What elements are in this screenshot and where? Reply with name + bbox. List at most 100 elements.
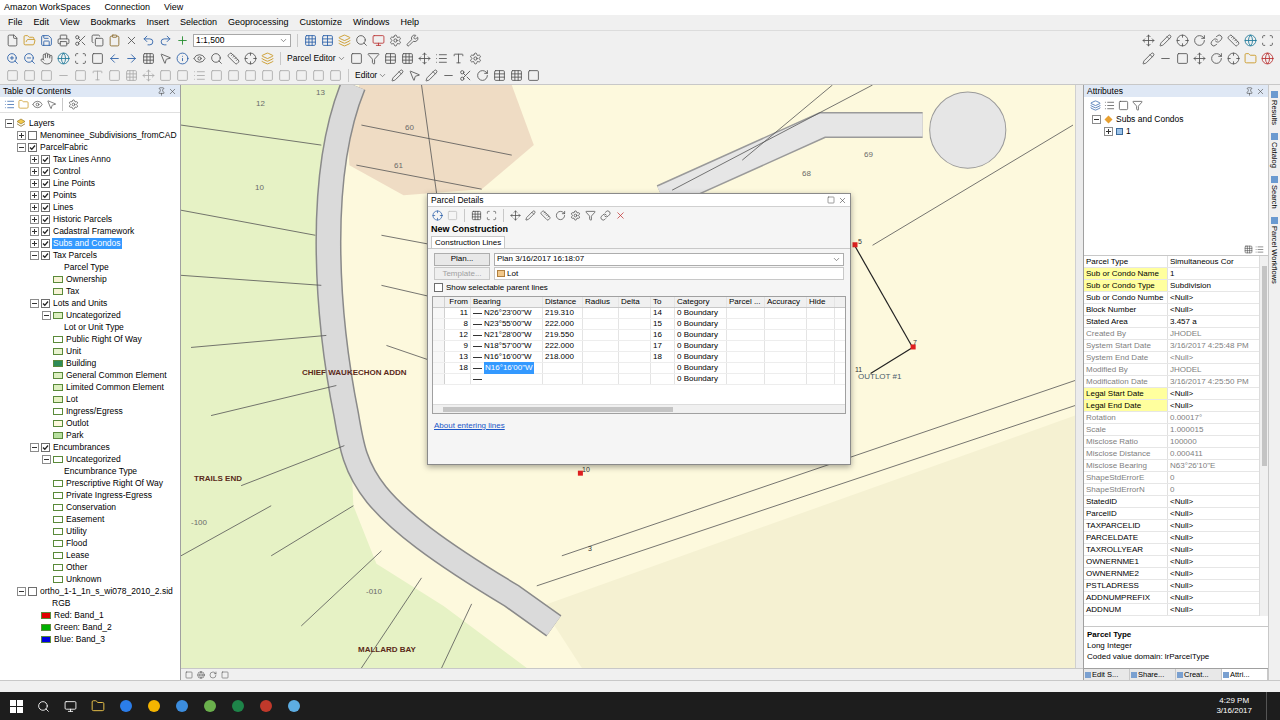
shape2-icon[interactable]	[227, 69, 240, 82]
toc-item[interactable]: Limited Common Element	[0, 381, 180, 393]
edit-tool-icon[interactable]	[391, 69, 404, 82]
draw-line-icon[interactable]	[57, 69, 70, 82]
grid-cell[interactable]: 219.550	[543, 330, 583, 340]
list-icon[interactable]	[193, 69, 206, 82]
file-explorer-icon[interactable]	[91, 699, 105, 713]
grid-icon[interactable]	[471, 210, 482, 221]
collapse-icon[interactable]	[1092, 115, 1101, 124]
refresh-icon[interactable]	[209, 671, 217, 679]
grid-cell[interactable]: 13	[445, 352, 471, 362]
attribute-value[interactable]: <Null>	[1168, 520, 1259, 531]
grid-cell[interactable]	[727, 330, 765, 340]
show-desktop[interactable]	[1266, 692, 1270, 720]
grid-cell[interactable]: 218.000	[543, 352, 583, 362]
toc-item[interactable]: Layers	[0, 117, 180, 129]
new-file-icon[interactable]	[6, 34, 19, 47]
toc-item[interactable]: Encumbrances	[0, 441, 180, 453]
grid-cell[interactable]	[727, 363, 765, 373]
toc-item[interactable]: Conservation	[0, 501, 180, 513]
collapse-icon[interactable]	[17, 587, 26, 596]
options-icon[interactable]	[1118, 100, 1129, 111]
open-icon[interactable]	[23, 34, 36, 47]
attribute-row[interactable]: Scale1.000015	[1084, 424, 1259, 436]
layer-checkbox[interactable]	[41, 191, 50, 200]
attribute-value[interactable]: <Null>	[1168, 580, 1259, 591]
attribute-value[interactable]: N63°26'10"E	[1168, 460, 1259, 471]
workspaces-menu[interactable]: View	[164, 1, 183, 15]
collapse-icon[interactable]	[17, 143, 26, 152]
move-parcel-icon[interactable]	[418, 52, 431, 65]
scroll-thumb[interactable]	[443, 407, 673, 412]
editor-toolbar-icon[interactable]	[304, 34, 317, 47]
box-icon[interactable]	[159, 69, 172, 82]
delete-icon[interactable]	[615, 210, 626, 221]
grid-cell[interactable]: 12	[445, 330, 471, 340]
grid-cell[interactable]: 9	[445, 341, 471, 351]
edit-icon[interactable]	[1142, 52, 1155, 65]
column-header[interactable]: From	[445, 297, 471, 307]
attribute-row[interactable]: Stated Area3.457 a	[1084, 316, 1259, 328]
grid-cell[interactable]	[583, 363, 619, 373]
grid-cell[interactable]: 17	[651, 341, 675, 351]
grid-cell[interactable]: N16°16'00"W	[471, 363, 543, 373]
toc-item[interactable]: Outlot	[0, 417, 180, 429]
attribute-value[interactable]: 3.457 a	[1168, 316, 1259, 327]
grid-cell[interactable]: 222.000	[543, 341, 583, 351]
grid-row[interactable]: 18N16°16'00"W0 Boundary	[433, 363, 845, 374]
save-icon[interactable]	[40, 34, 53, 47]
ruler-icon[interactable]	[540, 210, 551, 221]
globe-icon[interactable]	[1261, 52, 1274, 65]
attribute-value[interactable]: <Null>	[1168, 400, 1259, 411]
select-icon[interactable]	[159, 52, 172, 65]
grid-cell[interactable]	[583, 330, 619, 340]
attribute-value[interactable]: 100000	[1168, 436, 1259, 447]
plan-button[interactable]: Plan...	[434, 253, 490, 266]
grid-cell[interactable]: 222.000	[543, 319, 583, 329]
map-scrollbar[interactable]	[1075, 85, 1083, 668]
grid-row[interactable]: 8N23°55'00"W222.000150 Boundary	[433, 319, 845, 330]
toc-item[interactable]: Subs and Condos	[0, 237, 180, 249]
attribute-row[interactable]: Modified ByJHODEL	[1084, 364, 1259, 376]
grid-cell[interactable]: 0 Boundary	[675, 341, 727, 351]
construction-icon[interactable]	[432, 210, 443, 221]
expand-icon[interactable]	[30, 203, 39, 212]
filter-icon[interactable]	[585, 210, 596, 221]
search-icon[interactable]	[355, 34, 368, 47]
parcel-details-window[interactable]: Parcel DetailsNew ConstructionConstructi…	[427, 193, 851, 465]
toc-item[interactable]: Uncategorized	[0, 309, 180, 321]
scale-field[interactable]: 1:1,500	[193, 34, 291, 47]
shape3-icon[interactable]	[244, 69, 257, 82]
toc-item[interactable]: Tax Parcels	[0, 249, 180, 261]
grid-cell[interactable]	[583, 341, 619, 351]
menu-item[interactable]: View	[60, 16, 79, 30]
link-icon[interactable]	[1210, 34, 1223, 47]
close-icon[interactable]	[838, 196, 847, 205]
blank-icon[interactable]	[447, 210, 458, 221]
attributes-icon[interactable]	[493, 69, 506, 82]
toc-item[interactable]: Unknown	[0, 573, 180, 585]
toc-item[interactable]: Park	[0, 429, 180, 441]
rotate-icon[interactable]	[555, 210, 566, 221]
shape7-icon[interactable]	[312, 69, 325, 82]
grid-cell[interactable]	[619, 341, 651, 351]
restore-icon[interactable]	[827, 196, 835, 204]
parcel-tool-icon[interactable]	[350, 52, 363, 65]
data-view-icon[interactable]	[197, 671, 205, 679]
collapse-icon[interactable]	[30, 251, 39, 260]
layer-checkbox[interactable]	[41, 443, 50, 452]
attribute-value[interactable]: <Null>	[1168, 556, 1259, 567]
attribute-value[interactable]: Simultaneous Cor	[1168, 256, 1259, 267]
move-icon[interactable]	[510, 210, 521, 221]
attribute-value[interactable]: <Null>	[1168, 496, 1259, 507]
attribute-row[interactable]: OWNERNME1<Null>	[1084, 556, 1259, 568]
grid-cell[interactable]	[765, 330, 807, 340]
grid-cell[interactable]	[765, 352, 807, 362]
grid-cell[interactable]: 0 Boundary	[675, 319, 727, 329]
move-el-icon[interactable]	[142, 69, 155, 82]
menu-item[interactable]: Windows	[353, 16, 390, 30]
delete-icon[interactable]	[125, 34, 138, 47]
endpoint-arc-icon[interactable]	[442, 69, 455, 82]
dropdown-icon[interactable]	[832, 255, 841, 264]
clock[interactable]: 4:29 PM3/16/2017	[1216, 696, 1252, 716]
collapse-icon[interactable]	[5, 119, 14, 128]
